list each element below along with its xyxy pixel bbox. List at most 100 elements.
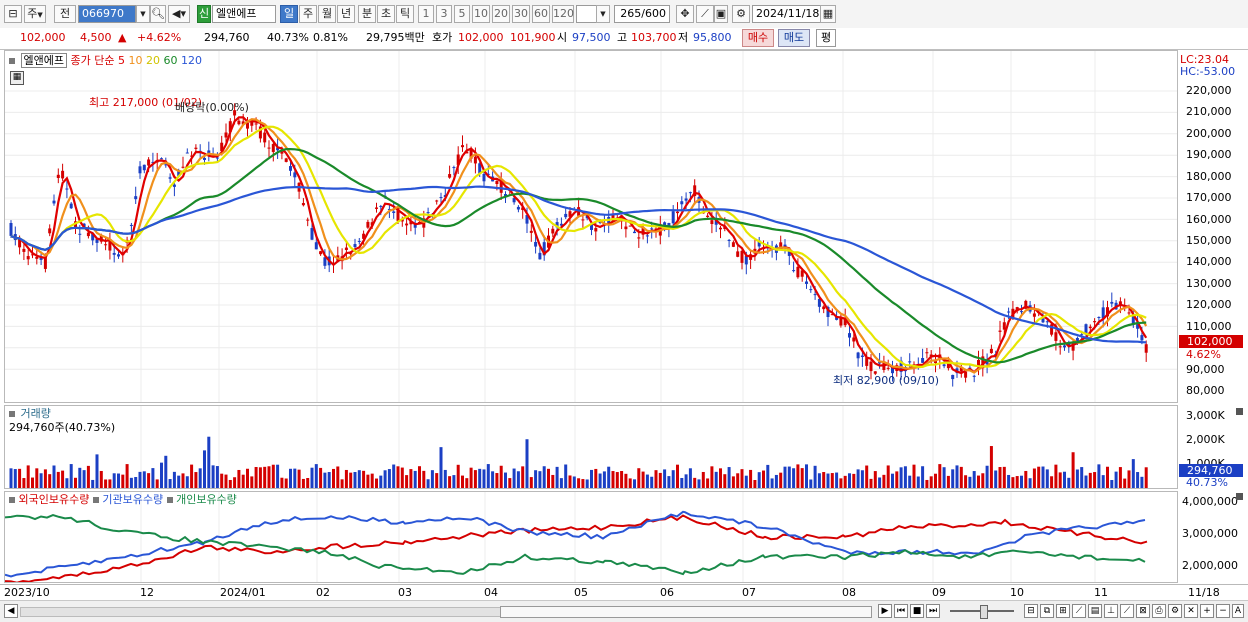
count-field[interactable]: 265/600 [614, 5, 670, 23]
volume-bar [151, 468, 155, 488]
zoom-slider-handle[interactable] [980, 605, 988, 619]
candle-body [1045, 321, 1049, 323]
volume-bar [297, 469, 301, 488]
candle-body [267, 147, 271, 149]
layout-icon[interactable]: ⊞ [1056, 604, 1070, 618]
gear-icon[interactable]: ⚙ [732, 5, 750, 23]
table-grid-icon[interactable]: ▦ [10, 71, 24, 85]
volume-bar [908, 475, 912, 488]
chevron-down-icon[interactable]: ▼ [596, 5, 610, 23]
settings-icon[interactable]: ⚙ [1168, 604, 1182, 618]
interval-10[interactable]: 10 [472, 5, 490, 23]
split-view-icon[interactable]: ⊟ [1024, 604, 1038, 618]
volume-bar [972, 471, 976, 488]
stock-name-field[interactable]: 엘앤에프 [212, 5, 276, 23]
tab-year[interactable]: 년 [337, 5, 355, 23]
tab-second[interactable]: 초 [377, 5, 395, 23]
calendar-icon[interactable]: ▦ [820, 5, 836, 23]
volume-bar [301, 478, 305, 488]
image-icon[interactable]: ⊠ [1136, 604, 1150, 618]
line-tool-icon[interactable]: ⟋ [1072, 604, 1086, 618]
pattern-icon[interactable]: ▤ [1088, 604, 1102, 618]
panel-close-icon[interactable] [1236, 493, 1243, 500]
period-type-select[interactable]: 주▼ [24, 5, 46, 23]
volume-bar [56, 471, 60, 488]
stop-icon[interactable]: ■ [910, 604, 924, 618]
candle-body [564, 213, 568, 218]
volume-bar [783, 466, 787, 488]
tab-week[interactable]: 주 [299, 5, 317, 23]
candle-body [310, 228, 314, 240]
interval-120[interactable]: 120 [552, 5, 574, 23]
volume-bar [727, 467, 731, 488]
tab-minute[interactable]: 분 [358, 5, 376, 23]
candle-body [117, 254, 120, 257]
volume-bar [164, 455, 168, 488]
tab-tick[interactable]: 틱 [396, 5, 414, 23]
interval-20[interactable]: 20 [492, 5, 510, 23]
candle-body [160, 158, 163, 160]
sell-button[interactable]: 매도 [778, 29, 810, 47]
tab-day[interactable]: 일 [280, 5, 298, 23]
draw-tool-icon[interactable]: ⟋ [696, 5, 714, 23]
x-axis-label: 03 [398, 586, 412, 599]
vol-tick: 3,000K [1186, 409, 1225, 422]
ruler-icon[interactable]: ⊥ [1104, 604, 1118, 618]
stock-name-tag[interactable]: 엘앤에프 [20, 53, 67, 68]
horizontal-scrollbar[interactable] [20, 607, 502, 617]
candle-body [22, 248, 26, 252]
prev-button[interactable]: 전 [54, 5, 76, 23]
speaker-icon[interactable]: ◀▾ [168, 5, 190, 23]
interval-60[interactable]: 60 [532, 5, 550, 23]
interval-30[interactable]: 30 [512, 5, 530, 23]
font-size-icon[interactable]: A [1232, 604, 1244, 618]
date-input[interactable]: 2024/11/18 [752, 5, 822, 23]
interval-5[interactable]: 5 [454, 5, 470, 23]
layout-icon[interactable]: ⊟ [4, 5, 22, 23]
scroll-left-icon[interactable]: ◀ [4, 604, 18, 618]
stock-code-input[interactable]: 066970 [78, 5, 136, 23]
crosshair-icon[interactable]: ✥ [676, 5, 694, 23]
save-icon[interactable]: ▣ [714, 5, 728, 23]
tab-month[interactable]: 월 [318, 5, 336, 23]
close-icon[interactable]: ✕ [1184, 604, 1198, 618]
volume-bar [895, 471, 899, 488]
chevron-down-icon[interactable]: ▼ [136, 5, 150, 23]
candle-body [637, 237, 641, 239]
volume-bar [336, 466, 340, 488]
interval-3[interactable]: 3 [436, 5, 452, 23]
zoom-in-icon[interactable]: + [1200, 604, 1214, 618]
volume-bar [353, 472, 357, 488]
candle-body [676, 211, 679, 214]
scrollbar-thumb[interactable] [500, 606, 872, 618]
print-icon[interactable]: ⎙ [1152, 604, 1166, 618]
eval-button[interactable]: 평 [816, 29, 836, 47]
volume-bar [1127, 470, 1131, 488]
volume-bar [512, 468, 516, 488]
buy-button[interactable]: 매수 [742, 29, 774, 47]
volume-bar [43, 469, 47, 488]
copy-icon[interactable]: ⧉ [1040, 604, 1054, 618]
panel-close-icon[interactable] [1236, 408, 1243, 415]
interval-1[interactable]: 1 [418, 5, 434, 23]
search-icon[interactable]: 🔍︎ [150, 5, 166, 23]
volume-bar [848, 473, 851, 488]
rewind-icon[interactable]: ⏮ [894, 604, 908, 618]
volume-panel[interactable]: 거래량 294,760주(40.73%) [4, 405, 1178, 489]
price-panel[interactable]: 엘앤에프 종가 단순 5 10 20 60 120 ▦ 최고 217,000 (… [4, 50, 1178, 403]
trend-icon[interactable]: ⟋ [1120, 604, 1134, 618]
candle-body [805, 281, 808, 284]
candle-body [172, 184, 176, 187]
fast-forward-icon[interactable]: ⏭ [926, 604, 940, 618]
volume-bar [74, 477, 77, 488]
interval-custom-input[interactable] [576, 5, 598, 23]
low-price: 95,800 [693, 31, 732, 44]
volume-bar [942, 467, 946, 488]
volume-bar [508, 478, 512, 488]
volume-bar [147, 473, 151, 488]
holding-panel[interactable]: 외국인보유수량 기관보유수량 개인보유수량 [4, 491, 1178, 583]
candle-body [860, 355, 864, 357]
scroll-right-icon[interactable]: ▶ [878, 604, 892, 618]
zoom-out-icon[interactable]: − [1216, 604, 1230, 618]
volume-bar [1110, 479, 1114, 488]
